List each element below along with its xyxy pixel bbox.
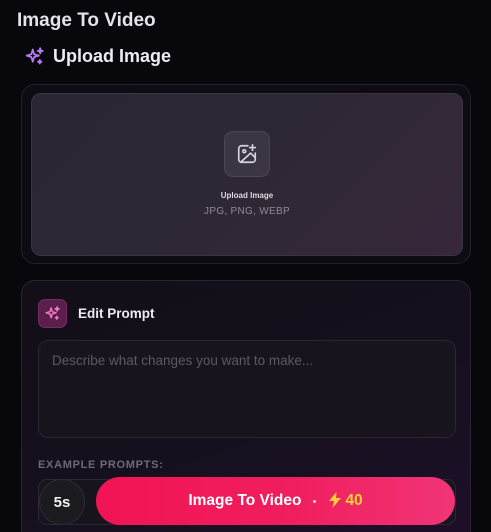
- sparkles-icon: [38, 299, 67, 328]
- prompt-section-title: Edit Prompt: [78, 306, 155, 321]
- image-plus-icon: [224, 131, 270, 177]
- image-to-video-page: Image To Video Upload Image Upload Image: [0, 0, 491, 532]
- upload-section-title: Upload Image: [53, 46, 172, 66]
- image-dropzone[interactable]: Upload Image JPG, PNG, WEBP: [31, 93, 463, 256]
- upload-section-header: Upload Image: [24, 46, 171, 67]
- dropzone-formats: JPG, PNG, WEBP: [204, 206, 290, 217]
- page-title: Image To Video: [17, 10, 156, 31]
- credits-value: 40: [345, 492, 363, 509]
- upload-panel: Upload Image JPG, PNG, WEBP: [21, 84, 471, 264]
- generate-button-label: Image To Video: [188, 492, 302, 509]
- generate-video-button[interactable]: Image To Video 40: [96, 477, 455, 525]
- credits-cost: 40: [328, 491, 363, 511]
- example-prompts-label: EXAMPLE PROMPTS:: [38, 459, 164, 471]
- dropzone-title: Upload Image: [220, 191, 274, 200]
- sparkles-icon: [24, 46, 45, 67]
- duration-button[interactable]: 5s: [39, 479, 85, 525]
- prompt-input[interactable]: [38, 340, 456, 438]
- separator-dot: [313, 499, 317, 503]
- lightning-icon: [328, 491, 342, 511]
- prompt-section-header: Edit Prompt: [38, 299, 155, 328]
